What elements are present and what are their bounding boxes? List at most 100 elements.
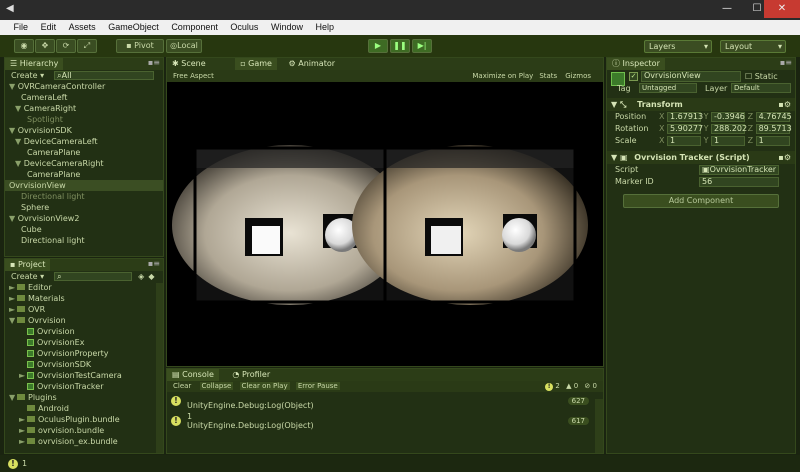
active-checkbox[interactable]: ✓ [629, 72, 638, 81]
hierarchy-item[interactable]: ▼ OVRCameraController [5, 81, 163, 92]
hierarchy-item[interactable]: OvrvisionView [5, 180, 163, 191]
hierarchy-item[interactable]: CameraPlane [5, 169, 163, 180]
project-item[interactable]: Ovrvision [5, 326, 163, 337]
pivot-toggle[interactable]: ▪ Pivot [116, 39, 164, 53]
hierarchy-item[interactable]: ▼ DeviceCameraLeft [5, 136, 163, 147]
layout-dropdown[interactable]: Layout ▾ [720, 40, 786, 53]
fold-arrow-icon[interactable]: ► [19, 436, 27, 447]
hierarchy-item[interactable]: Directional light [5, 235, 163, 246]
add-component-button[interactable]: Add Component [623, 194, 779, 208]
scale-x-field[interactable]: 1 [667, 136, 702, 146]
clear-button[interactable]: Clear [173, 382, 191, 390]
project-item[interactable]: ► ovrvision_ex.bundle [5, 436, 163, 447]
rotation-x-field[interactable]: 5.90277 [667, 124, 703, 134]
project-item[interactable]: ► Editor [5, 282, 163, 293]
project-item[interactable]: ► OvrvisionTestCamera [5, 370, 163, 381]
transform-header[interactable]: ▼ ⤡ Transform ▪⚙ [607, 98, 795, 111]
local-toggle[interactable]: ◎Local [166, 39, 202, 53]
hierarchy-item[interactable]: Directional light [5, 191, 163, 202]
stats-toggle[interactable]: Stats [539, 70, 557, 82]
create-button[interactable]: Create [11, 272, 38, 281]
hierarchy-item[interactable]: ▼ OvrvisionSDK [5, 125, 163, 136]
fold-arrow-icon[interactable]: ► [19, 370, 27, 381]
fold-arrow-icon[interactable]: ► [19, 414, 27, 425]
view-tool-button[interactable]: ◉ [14, 39, 34, 53]
project-search-input[interactable]: ⌕ [54, 272, 133, 281]
tab-console[interactable]: ▤ Console [167, 369, 219, 381]
error-filter-toggle[interactable]: ⊘ 0 [584, 382, 597, 390]
play-button[interactable]: ▶ [368, 39, 388, 53]
static-toggle[interactable]: ☐ Static [745, 72, 778, 81]
warning-filter-toggle[interactable]: ▲ 0 [566, 382, 578, 390]
hierarchy-item[interactable]: Cube [5, 224, 163, 235]
filter-label-icon[interactable]: ◆ [148, 272, 154, 281]
clear-on-play-toggle[interactable]: Clear on Play [239, 382, 290, 390]
menu-file[interactable]: File [9, 20, 34, 35]
console-scrollbar[interactable] [595, 399, 603, 453]
hierarchy-item[interactable]: ▼ OvrvisionView2 [5, 213, 163, 224]
menu-oculus[interactable]: Oculus [225, 20, 263, 35]
menu-component[interactable]: Component [166, 20, 223, 35]
hierarchy-item[interactable]: CameraLeft [5, 92, 163, 103]
info-filter-toggle[interactable]: ! 2 [545, 382, 560, 391]
tab-profiler[interactable]: ◔ Profiler [227, 369, 276, 381]
tab-inspector[interactable]: ⓘ Inspector [607, 58, 665, 70]
position-y-field[interactable]: -0.3946 [711, 112, 746, 122]
pause-button[interactable]: ❚❚ [390, 39, 410, 53]
project-item[interactable]: ► OVR [5, 304, 163, 315]
console-entry[interactable]: ! 1 UnityEngine.Debug:Log(Object) 617 [167, 412, 603, 432]
project-item[interactable]: OvrvisionTracker [5, 381, 163, 392]
project-item[interactable]: OvrvisionEx [5, 337, 163, 348]
project-item[interactable]: ► Materials [5, 293, 163, 304]
aspect-dropdown[interactable]: Free Aspect [173, 72, 214, 80]
scale-z-field[interactable]: 1 [755, 136, 790, 146]
console-entry[interactable]: ! UnityEngine.Debug:Log(Object) 627 [167, 392, 603, 412]
project-item[interactable]: ▼ Ovrvision [5, 315, 163, 326]
fold-arrow-icon[interactable]: ▼ [15, 137, 24, 146]
fold-arrow-icon[interactable]: ▼ [9, 82, 18, 91]
minimize-button[interactable]: — [712, 0, 742, 18]
tab-project[interactable]: ▪ Project [5, 259, 51, 271]
menu-assets[interactable]: Assets [64, 20, 101, 35]
script-field[interactable]: ▣OvrvisionTracker [699, 165, 779, 175]
fold-arrow-icon[interactable]: ▼ [15, 104, 24, 113]
component-settings-icon[interactable]: ▪⚙ [778, 98, 791, 111]
layers-dropdown[interactable]: Layers ▾ [644, 40, 712, 53]
project-item[interactable]: Android [5, 403, 163, 414]
menu-help[interactable]: Help [311, 20, 340, 35]
layer-dropdown[interactable]: Default [731, 83, 791, 93]
panel-menu-icon[interactable]: ▪≡ [780, 58, 792, 67]
project-item[interactable]: ► OculusPlugin.bundle [5, 414, 163, 425]
fold-arrow-icon[interactable]: ► [9, 282, 17, 293]
hierarchy-item[interactable]: Spotlight [5, 114, 163, 125]
tab-scene[interactable]: ✱ Scene [167, 58, 211, 70]
fold-arrow-icon[interactable]: ► [9, 293, 17, 304]
object-name-field[interactable]: OvrvisionView [641, 71, 741, 82]
fold-arrow-icon[interactable]: ▼ [15, 159, 24, 168]
maximize-on-play-toggle[interactable]: Maximize on Play [472, 70, 533, 82]
move-tool-button[interactable]: ✥ [35, 39, 55, 53]
position-z-field[interactable]: 4.76745 [755, 112, 792, 122]
tag-dropdown[interactable]: Untagged [639, 83, 697, 93]
menu-edit[interactable]: Edit [36, 20, 62, 35]
hierarchy-item[interactable]: CameraPlane [5, 147, 163, 158]
fold-arrow-icon[interactable]: ▼ [9, 315, 17, 326]
tab-game[interactable]: ▫ Game [235, 58, 277, 70]
project-item[interactable]: ► ovrvision.bundle [5, 425, 163, 436]
marker-id-field[interactable]: 56 [699, 177, 779, 187]
error-pause-toggle[interactable]: Error Pause [295, 382, 340, 390]
gizmos-toggle[interactable]: Gizmos [565, 70, 591, 82]
project-item[interactable]: ▼ Plugins [5, 392, 163, 403]
fold-arrow-icon[interactable]: ► [9, 304, 17, 315]
create-button[interactable]: Create [11, 71, 38, 80]
project-scrollbar[interactable] [156, 283, 163, 453]
project-item[interactable]: OvrvisionSDK [5, 359, 163, 370]
scale-y-field[interactable]: 1 [711, 136, 746, 146]
component-settings-icon[interactable]: ▪⚙ [778, 151, 791, 164]
position-x-field[interactable]: 1.67913 [667, 112, 703, 122]
fold-arrow-icon[interactable]: ► [19, 425, 27, 436]
filter-type-icon[interactable]: ◈ [138, 272, 144, 281]
menu-gameobject[interactable]: GameObject [103, 20, 164, 35]
tab-animator[interactable]: ⚙ Animator [283, 58, 341, 70]
hierarchy-search-input[interactable]: ⌕All [54, 71, 155, 80]
